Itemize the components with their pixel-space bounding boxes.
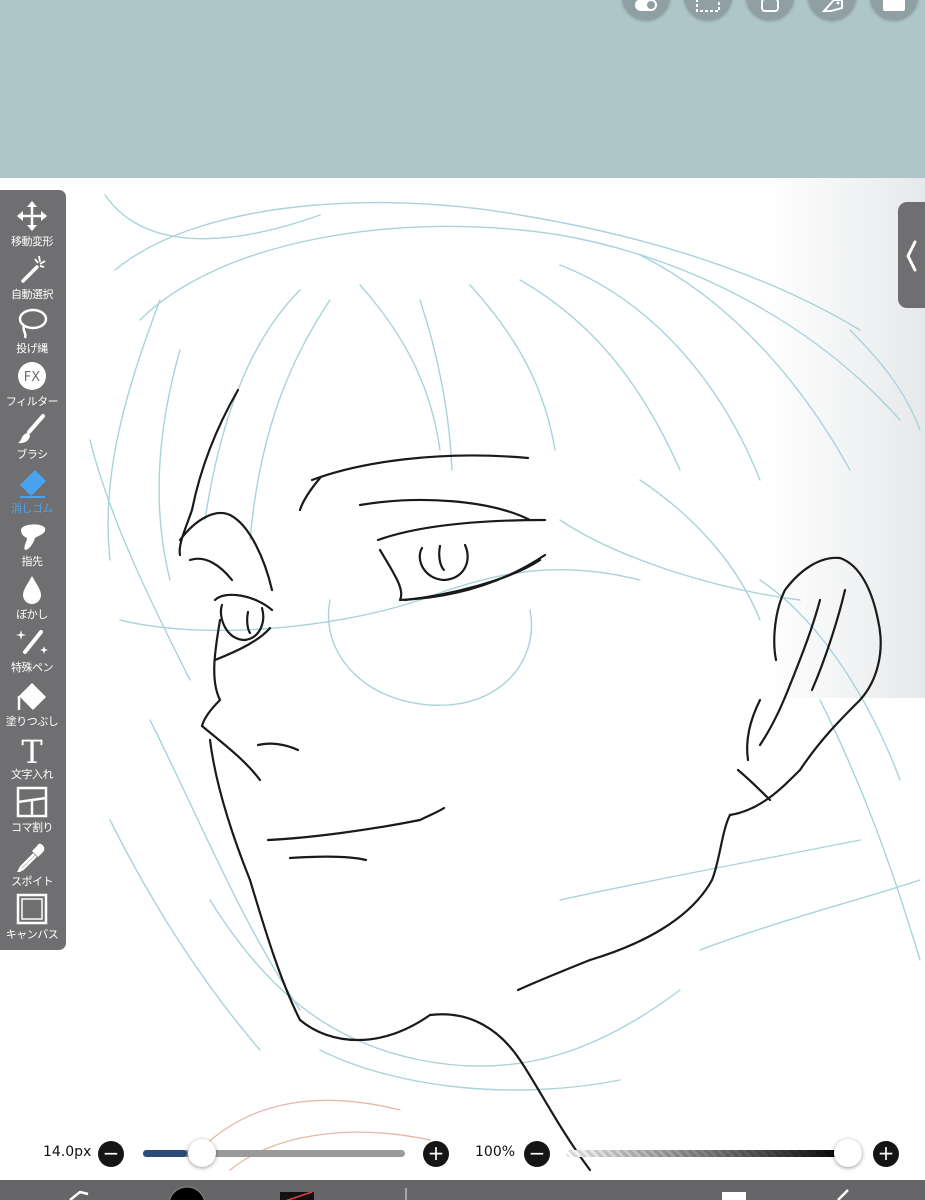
tool-label: フィルター [5, 394, 59, 408]
tool-label: キャンバス [5, 927, 59, 941]
eraser-icon [20, 469, 46, 498]
tool-panel-divide[interactable]: コマ割り [0, 784, 66, 837]
tool-blur-drop[interactable]: ぼかし [0, 571, 66, 624]
tool-label: スポイト [11, 874, 54, 888]
tool-special-pen[interactable]: 特殊ペン [0, 624, 66, 677]
move-icon [17, 201, 47, 231]
sketch-artwork [89, 194, 921, 1172]
fill-bucket-icon [17, 682, 46, 710]
tool-label: 投げ縄 [16, 341, 48, 355]
lasso-icon [18, 308, 48, 339]
blur-drop-icon [23, 576, 41, 605]
toggle-button[interactable] [622, 0, 670, 20]
opacity-value: 100% [475, 1144, 516, 1160]
top-area [0, 0, 925, 178]
panel-divide-icon [16, 787, 48, 818]
tool-label: 特殊ペン [11, 661, 54, 675]
brush-size-value: 14.0px [43, 1144, 92, 1160]
tool-label: ぼかし [16, 608, 48, 622]
layers-icon[interactable] [722, 1192, 746, 1200]
size-decrease-button[interactable]: − [98, 1141, 124, 1167]
finger-icon [21, 524, 46, 550]
menu-button[interactable] [870, 0, 918, 20]
tool-label: 塗りつぶし [5, 714, 59, 728]
eyedropper-icon [17, 843, 45, 872]
tool-move[interactable]: 移動変形 [0, 198, 66, 251]
layer-icon [761, 0, 779, 12]
size-increase-button[interactable]: + [423, 1141, 449, 1167]
material-icon [821, 0, 843, 12]
brush-icon [18, 414, 45, 444]
material-button[interactable] [808, 0, 856, 20]
tool-fx[interactable]: FX フィルター [0, 358, 66, 411]
tool-fill-bucket[interactable]: 塗りつぶし [0, 678, 66, 731]
tool-label: 自動選択 [11, 288, 54, 302]
canvas-icon [16, 893, 48, 925]
opacity-increase-button[interactable]: + [873, 1141, 899, 1167]
menu-icon [883, 0, 905, 11]
tool-canvas[interactable]: キャンバス [0, 891, 66, 944]
svg-text:FX: FX [24, 370, 40, 385]
chevron-left-icon [906, 240, 917, 272]
tool-brush[interactable]: ブラシ [0, 411, 66, 464]
tool-label: 文字入れ [11, 768, 54, 781]
tool-label: ブラシ [16, 448, 48, 462]
svg-text:T: T [21, 733, 43, 765]
size-slider[interactable] [143, 1150, 405, 1157]
tool-label: 消しゴム [11, 501, 54, 515]
tool-finger[interactable]: 指先 [0, 518, 66, 571]
toggle-icon [635, 0, 657, 11]
color-picker-icon[interactable] [169, 1186, 205, 1200]
fx-icon: FX [18, 361, 46, 390]
bottom-toolbar [0, 1180, 925, 1200]
text-icon: T [21, 733, 43, 765]
tool-lasso[interactable]: 投げ縄 [0, 305, 66, 358]
special-pen-icon [16, 630, 48, 655]
tool-eyedropper[interactable]: スポイト [0, 838, 66, 891]
selection-button[interactable] [684, 0, 732, 20]
tool-palette: 移動変形自動選択投げ縄 FX フィルターブラシ消しゴム指先ぼかし特殊ペン塗りつぶし T… [0, 190, 66, 950]
side-panel-tab[interactable] [898, 202, 925, 308]
tool-eraser[interactable]: 消しゴム [0, 465, 66, 518]
back-icon[interactable] [837, 1189, 849, 1200]
layer-button[interactable] [746, 0, 794, 20]
opacity-decrease-button[interactable]: − [524, 1141, 550, 1167]
tool-magic-wand[interactable]: 自動選択 [0, 251, 66, 304]
selection-icon [696, 0, 720, 12]
tool-label: 移動変形 [11, 235, 54, 248]
tool-label: 指先 [21, 554, 44, 568]
size-slider-thumb[interactable] [188, 1139, 217, 1167]
drawing-canvas[interactable] [0, 178, 925, 1180]
undo-icon[interactable] [69, 1190, 89, 1200]
opacity-slider[interactable] [566, 1150, 848, 1157]
size-slider-fill [143, 1150, 188, 1157]
brush-controls: 14.0px − + 100% − + [0, 1135, 925, 1175]
tool-text[interactable]: T 文字入れ [0, 731, 66, 784]
tool-label: コマ割り [11, 821, 54, 835]
opacity-slider-thumb[interactable] [834, 1139, 862, 1167]
magic-wand-icon [21, 256, 46, 284]
